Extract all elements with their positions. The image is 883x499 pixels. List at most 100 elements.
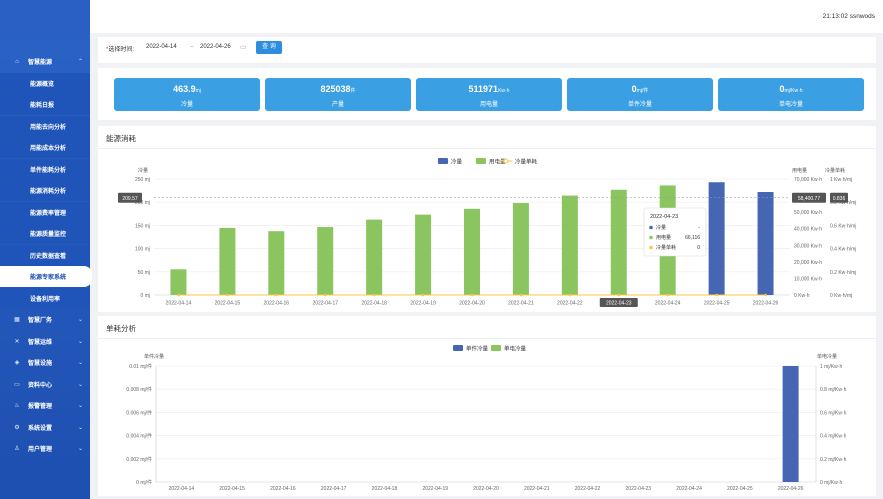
query-button[interactable]: 查 询 xyxy=(256,41,282,54)
date-separator: – xyxy=(190,44,194,50)
line-point xyxy=(323,293,327,297)
y-right2-tick: 0 Kw·h/mj xyxy=(830,293,852,299)
sidebar-item-1[interactable]: 能源概览 xyxy=(0,72,90,94)
stat-value: 511971Kw·h xyxy=(468,84,510,94)
top-header: 21:13:02 ssnwods xyxy=(90,0,883,33)
bar-electricity xyxy=(317,227,334,295)
y-left-tick: 0.01 mj/件 xyxy=(129,363,152,370)
line-point xyxy=(177,293,180,297)
crosshair-left-value: 209.57 xyxy=(122,196,138,202)
stat-cards: 463.9mj 冷量 825038件 产量 511971Kw·h 用电量 0mj/件 单件冷量… xyxy=(98,68,876,120)
sidebar-item-13[interactable]: ✕ 智慧运维 ⌄ xyxy=(0,331,90,352)
y-right-tick: 0 mj/Kw·h xyxy=(820,480,842,486)
x-tick: 2022-04-16 xyxy=(264,301,290,307)
tooltip-row-value: 66,116 xyxy=(685,235,700,241)
sidebar-item-label: 用户管理 xyxy=(28,447,53,453)
tooltip-row-value: 0 xyxy=(697,245,700,251)
y-right1-tick: 20,000 Kw·h xyxy=(794,260,822,266)
y-left-tick: 0.008 mj/件 xyxy=(126,386,152,393)
bar-electricity xyxy=(366,219,383,295)
sidebar-item-8[interactable]: 能源质量监控 xyxy=(0,223,90,244)
wrench-icon: ✕ xyxy=(14,338,20,345)
sidebar-item-16[interactable]: ♨ 报警管理 ⌄ xyxy=(0,395,90,416)
stat-card: 0mj/件 单件冷量 xyxy=(567,78,713,111)
unit-consumption-panel: 单耗分析 单件冷量 单电冷量 单件冷量 单电冷量 0 mj/件 0.002 mj/件 0.0… xyxy=(98,316,876,496)
sidebar-item-label: 用能成本分析 xyxy=(30,146,67,152)
bar-cooling xyxy=(757,191,774,295)
chevron-down-icon: ⌄ xyxy=(78,424,84,431)
sidebar-item-label: 历史数据查看 xyxy=(30,253,67,260)
sidebar-item-7[interactable]: 能源费率管理 xyxy=(0,201,90,223)
crosshair-right2-value: 0.836 xyxy=(833,196,846,202)
x-tick: 2022-04-24 xyxy=(655,301,681,307)
gear-icon: ⚙ xyxy=(14,424,20,431)
x-tick: 2022-04-21 xyxy=(524,486,550,492)
sidebar-item-4[interactable]: 用能成本分析 xyxy=(0,137,90,158)
x-tick: 2022-04-20 xyxy=(473,486,499,492)
x-tick: 2022-04-14 xyxy=(169,486,195,492)
legend-label: 单电冷量 xyxy=(504,345,527,353)
start-date-input[interactable]: 2022-04-14 xyxy=(146,44,177,50)
y-left-title: 单件冷量 xyxy=(144,353,164,360)
line-point xyxy=(226,293,229,297)
folder-icon: ▭ xyxy=(14,381,20,388)
sidebar-item-12[interactable]: ▦ 智慧厂务 ⌄ xyxy=(0,309,90,330)
y-right1-tick: 40,000 Kw·h xyxy=(794,227,822,233)
sidebar-item-14[interactable]: ◈ 智慧设施 ⌄ xyxy=(0,352,90,373)
tooltip-marker xyxy=(649,245,653,250)
x-tick: 2022-04-26 xyxy=(778,486,804,492)
y-right-title: 单电冷量 xyxy=(817,353,837,360)
factory-icon: ▦ xyxy=(14,317,20,323)
x-tick: 2022-04-22 xyxy=(575,486,601,492)
line-point xyxy=(764,293,767,297)
y-right2-tick: 1 Kw·h/mj xyxy=(830,177,852,183)
sidebar-item-2[interactable]: 能耗日报 xyxy=(0,94,90,115)
y-right1-tick: 50,000 Kw·h xyxy=(794,210,822,216)
y-right-tick: 1 mj/Kw·h xyxy=(820,364,842,370)
sidebar-item-11[interactable]: 设备利用率 xyxy=(0,287,90,309)
stat-name: 用电量 xyxy=(479,102,498,108)
sidebar-item-0[interactable]: ⌂ 智慧能源 ⌃ xyxy=(0,51,90,72)
y-left-tick: 0 mj xyxy=(141,293,150,299)
x-tick: 2022-04-21 xyxy=(508,301,534,307)
y-left-tick: 0.006 mj/件 xyxy=(126,409,152,416)
sidebar-item-label: 单件能耗分析 xyxy=(30,167,67,174)
y-left-tick: 0.004 mj/件 xyxy=(126,433,152,440)
line-point xyxy=(421,293,425,297)
crosshair-right1-value: 58,400.77 xyxy=(798,196,820,202)
legend-swatch xyxy=(438,158,448,164)
x-tick: 2022-04-24 xyxy=(676,486,702,492)
stat-card: 463.9mj 冷量 xyxy=(114,78,260,111)
filter-bar: *选择时间: 2022-04-14 – 2022-04-26 ▭ 查 询 xyxy=(98,37,876,63)
y-right2-tick: 0.6 Kw·h/mj xyxy=(830,223,856,229)
end-date-input[interactable]: 2022-04-26 xyxy=(200,44,231,50)
chevron-up-icon: ⌃ xyxy=(78,59,84,65)
x-tick: 2022-04-22 xyxy=(557,301,583,307)
x-tick: 2022-04-15 xyxy=(215,301,241,307)
sidebar-item-18[interactable]: ♙ 用户管理 ⌄ xyxy=(0,438,90,459)
sidebar-item-17[interactable]: ⚙ 系统设置 ⌄ xyxy=(0,417,90,438)
y-right2-title: 冷量单耗 xyxy=(825,167,845,174)
y-right-tick: 0.6 mj/Kw·h xyxy=(820,410,847,416)
calendar-icon[interactable]: ▭ xyxy=(240,43,247,51)
line-point xyxy=(470,293,474,297)
legend-swatch-dot xyxy=(503,158,509,164)
y-left-tick: 100 mj xyxy=(135,247,150,253)
logo-band xyxy=(0,0,90,40)
line-point xyxy=(666,293,669,297)
x-tick: 2022-04-15 xyxy=(219,486,245,492)
energy-consumption-chart: 冷量 用电量 冷量单耗冷量 用电量 冷量单耗0 mj50 mj100 mj150 mj2… xyxy=(118,158,856,307)
sidebar-item-10[interactable]: 能源专家系统 xyxy=(0,266,92,287)
stat-name: 冷量 xyxy=(180,102,193,108)
sidebar-item-label: 能源概览 xyxy=(30,81,55,88)
sidebar-item-3[interactable]: 用能去向分析 xyxy=(0,115,90,137)
sidebar-item-15[interactable]: ▭ 资料中心 ⌄ xyxy=(0,374,90,395)
sidebar-item-9[interactable]: 历史数据查看 xyxy=(0,244,90,266)
tooltip-row-name: 用电量 xyxy=(656,234,671,241)
y-right2-tick: 0.2 Kw·h/mj xyxy=(830,270,856,276)
sidebar-item-label: 能源消耗分析 xyxy=(30,189,67,195)
sidebar-item-6[interactable]: 能源消耗分析 xyxy=(0,180,90,201)
line-point xyxy=(275,293,278,297)
sidebar-item-5[interactable]: 单件能耗分析 xyxy=(0,158,90,180)
sidebar-item-label: 能源质量监控 xyxy=(30,232,67,238)
